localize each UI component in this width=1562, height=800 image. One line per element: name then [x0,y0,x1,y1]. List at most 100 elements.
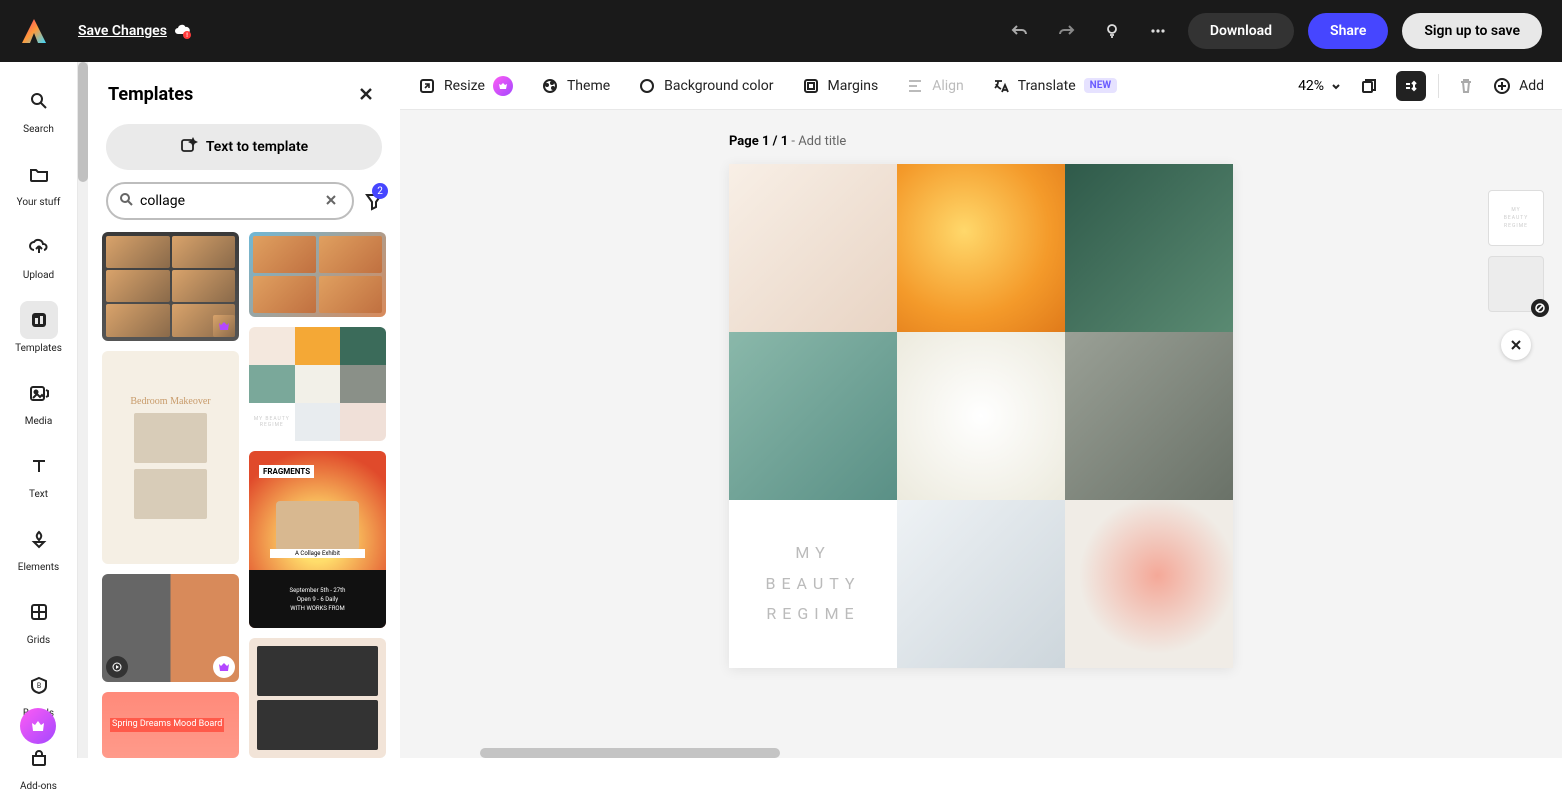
filter-count-badge: 2 [372,183,388,199]
topbar-right: Download Share Sign up to save [1004,13,1542,49]
template-thumb[interactable] [249,232,386,317]
sidebar-label: Search [23,124,54,135]
collage-cell[interactable] [1065,164,1233,332]
canvas-h-scrollbar[interactable] [400,748,1562,758]
sidebar-item-templates[interactable]: Templates [8,293,70,362]
thumb-label: FRAGMENTS [259,465,314,478]
redo-icon[interactable] [1050,15,1082,47]
sidebar-label: Upload [23,270,54,281]
page-caption[interactable]: Page 1 / 1 - Add title [729,134,846,149]
blocked-icon [1531,299,1549,317]
collage-cell[interactable] [729,332,897,500]
sidebar-item-elements[interactable]: Elements [8,512,70,581]
template-thumb[interactable]: Spring Dreams Mood Board [102,692,239,758]
search-field-wrap[interactable] [106,182,354,220]
collage-cell[interactable] [897,164,1065,332]
thumb-title: Spring Dreams Mood Board [110,718,224,732]
search-icon [28,90,50,112]
iconbar-scrollbar[interactable] [78,62,88,758]
download-button[interactable]: Download [1188,13,1294,49]
premium-badge-icon[interactable] [20,708,56,744]
translate-button[interactable]: Translate NEW [992,77,1117,95]
resize-button[interactable]: Resize [418,76,513,96]
add-page-thumbnail[interactable] [1488,256,1544,312]
more-icon[interactable] [1142,15,1174,47]
app-logo-icon[interactable] [20,17,48,45]
sidebar-label: Grids [27,635,50,646]
canvas-toolbar: Resize Theme Background color Margins Al… [400,62,1562,110]
duplicate-page-icon[interactable] [1354,71,1384,101]
templates-icon [28,309,50,331]
sidebar-label: Add-ons [20,781,57,792]
sparkle-icon [180,136,198,158]
sidebar-label: Elements [18,562,59,573]
template-thumb[interactable]: MY BEAUTY REGIME [249,327,386,442]
premium-icon [213,315,235,337]
text-to-template-button[interactable]: Text to template [106,124,382,170]
new-badge: NEW [1084,78,1117,93]
margins-button[interactable]: Margins [802,77,879,95]
undo-icon[interactable] [1004,15,1036,47]
background-color-button[interactable]: Background color [638,77,773,95]
brands-icon: B [28,674,50,696]
crown-icon [493,76,513,96]
search-input[interactable] [140,193,318,209]
sidebar-label: Media [25,416,53,427]
zoom-dropdown[interactable]: 42% [1298,78,1342,94]
topbar: Save Changes ! Download Share Sign up to… [0,0,1562,62]
sidebar-item-search[interactable]: Search [8,74,70,143]
collage-cell[interactable] [1065,500,1233,668]
grids-icon [28,601,50,623]
delete-icon[interactable] [1451,71,1481,101]
share-button[interactable]: Share [1308,13,1388,49]
thumb-title: Bedroom Makeover [130,396,210,407]
align-button: Align [906,77,964,95]
cloud-alert-icon: ! [173,22,191,40]
svg-text:B: B [36,682,40,690]
signup-button[interactable]: Sign up to save [1402,13,1542,49]
sidebar-item-upload[interactable]: Upload [8,220,70,289]
folder-icon [28,163,50,185]
addons-icon [28,747,50,769]
template-thumb[interactable]: FRAGMENTS A Collage Exhibit September 5t… [249,451,386,628]
close-rail-icon[interactable] [1501,330,1531,360]
icon-sidebar: Search Your stuff Upload Templates Media… [0,62,78,758]
save-label: Save Changes [78,23,167,39]
collage-cell[interactable] [897,500,1065,668]
animate-icon [106,656,128,678]
templates-panel: Templates Text to template 2 [88,62,400,758]
page-thumbnail[interactable]: MYBEAUTYREGIME [1488,190,1544,246]
add-page-button[interactable]: Add [1493,77,1544,95]
template-thumb[interactable]: Bedroom Makeover [102,351,239,564]
premium-icon [213,656,235,678]
collage-cell[interactable] [897,332,1065,500]
lightbulb-icon[interactable] [1096,15,1128,47]
collage-cell[interactable] [1065,332,1233,500]
upload-icon [28,236,50,258]
sidebar-item-grids[interactable]: Grids [8,585,70,654]
search-icon [118,191,134,211]
sidebar-item-text[interactable]: Text [8,439,70,508]
filter-button[interactable]: 2 [364,187,384,215]
canvas-page[interactable]: MY BEAUTY REGIME [729,164,1233,668]
collage-cell[interactable] [729,164,897,332]
unknown-toggle-icon[interactable] [1396,71,1426,101]
template-thumb[interactable] [249,638,386,758]
templates-title: Templates [108,84,352,105]
template-thumb[interactable] [102,574,239,682]
sidebar-label: Templates [15,343,62,354]
theme-button[interactable]: Theme [541,77,610,95]
sidebar-item-media[interactable]: Media [8,366,70,435]
sidebar-item-your-stuff[interactable]: Your stuff [8,147,70,216]
close-panel-icon[interactable] [352,80,380,108]
canvas-viewport[interactable]: Page 1 / 1 - Add title MY BEAUTY REGIME [400,110,1562,758]
template-thumb[interactable] [102,232,239,341]
canvas-area: Resize Theme Background color Margins Al… [400,62,1562,758]
save-changes-link[interactable]: Save Changes ! [78,22,191,40]
page-thumbnail-rail: MYBEAUTYREGIME [1488,190,1544,360]
clear-search-icon[interactable] [324,192,342,210]
text-icon [28,455,50,477]
sidebar-label: Your stuff [17,197,61,208]
collage-text-cell[interactable]: MY BEAUTY REGIME [729,500,897,668]
templates-grid: Bedroom Makeover Spring Dreams Mood Boar… [88,232,400,758]
